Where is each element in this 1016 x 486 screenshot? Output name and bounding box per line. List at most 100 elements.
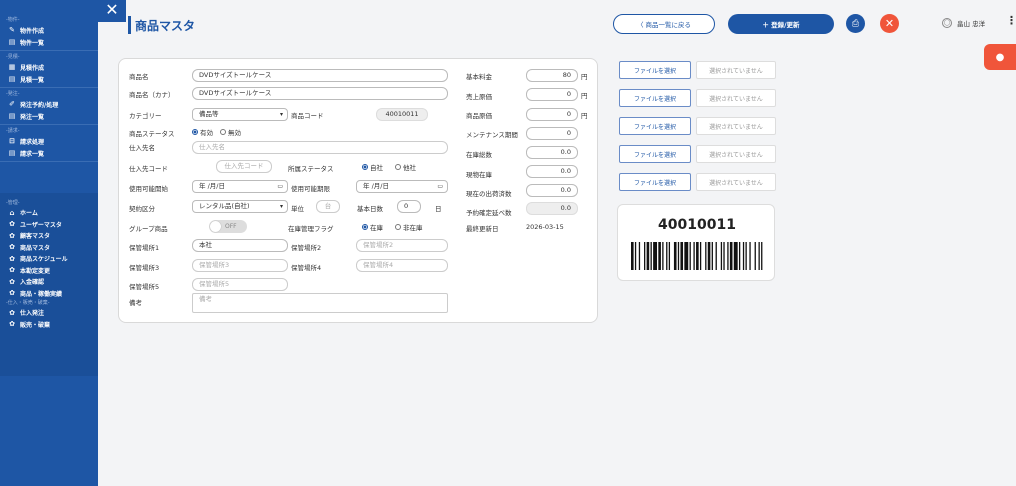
storage1-input[interactable]: 本社 bbox=[192, 239, 288, 252]
storage2-input[interactable]: 保管場所2 bbox=[356, 239, 448, 252]
barcode-bar bbox=[646, 242, 650, 270]
barcode-bar bbox=[666, 242, 668, 270]
barcode-bar bbox=[720, 242, 723, 270]
stock-yes-radio[interactable]: 在庫 bbox=[362, 222, 383, 232]
sidebar-item[interactable]: ✿ 商品マスタ bbox=[0, 242, 98, 254]
product-kana-input[interactable]: DVDサイズトールケース bbox=[192, 87, 448, 100]
stock-no-radio[interactable]: 非在庫 bbox=[395, 222, 423, 232]
status-active-label: 有効 bbox=[200, 129, 213, 137]
choose-file-button[interactable]: ファイルを選択 bbox=[619, 117, 691, 135]
sell-price-input[interactable]: 0 bbox=[526, 88, 578, 101]
owner-other-radio[interactable]: 他社 bbox=[395, 162, 416, 172]
barcode-bar bbox=[680, 242, 684, 270]
sidebar-item-label: 顧客マスタ bbox=[20, 233, 51, 241]
print-button[interactable]: ⎙ bbox=[846, 14, 865, 33]
supplier-input[interactable]: 仕入先名 bbox=[192, 141, 448, 154]
maintenance-label: メンテナンス期間 bbox=[466, 131, 518, 139]
status-inactive-radio[interactable]: 無効 bbox=[220, 127, 241, 137]
sidebar-item[interactable]: ✿ 商品・稼働実績 bbox=[0, 288, 98, 300]
use-start-label: 使用可能開始 bbox=[129, 185, 168, 193]
barcode-bar bbox=[727, 242, 729, 270]
supplier-code-label: 仕入先コード bbox=[129, 165, 168, 173]
sidebar-item[interactable]: ⊟ 請求処理 bbox=[0, 135, 98, 147]
stock-total-input[interactable]: 0.0 bbox=[526, 146, 578, 159]
sidebar-item-label: 商品・稼働実績 bbox=[20, 290, 63, 298]
owner-self-radio[interactable]: 自社 bbox=[362, 162, 383, 172]
sidebar-item[interactable]: ✎ 物件作成 bbox=[0, 24, 98, 36]
storage4-input[interactable]: 保管場所4 bbox=[356, 259, 448, 272]
back-to-list-button[interactable]: 〈 商品一覧に戻る bbox=[613, 14, 715, 34]
sidebar-item[interactable]: ▤ 請求一覧 bbox=[0, 147, 98, 159]
sidebar-section-label: -見積- bbox=[6, 54, 20, 60]
sidebar-item[interactable]: ▦ 見積作成 bbox=[0, 61, 98, 73]
barcode-bar bbox=[653, 242, 658, 270]
choose-file-button[interactable]: ファイルを選択 bbox=[619, 61, 691, 79]
more-vertical-icon[interactable]: ⋮ bbox=[1006, 14, 1016, 27]
side-panel-tab[interactable]: ● bbox=[984, 44, 1016, 70]
sidebar-item[interactable]: ✐ 発注予約/処理 bbox=[0, 98, 98, 110]
category-value: 備品等 bbox=[199, 110, 219, 118]
sidebar-item-label: 物件作成 bbox=[20, 27, 45, 35]
list-icon: ▤ bbox=[8, 149, 16, 157]
product-form-card: 商品名 DVDサイズトールケース 基本料金 80 円 商品名（カナ） DVDサイ… bbox=[118, 58, 598, 323]
cost-input[interactable]: 0 bbox=[526, 108, 578, 121]
notes-textarea[interactable]: 備考 bbox=[192, 293, 448, 313]
barcode-bar bbox=[711, 242, 713, 270]
radio-unchecked-icon bbox=[395, 224, 401, 230]
file-status: 選択されていません bbox=[696, 145, 776, 163]
use-start-date[interactable]: 年 /月/日 ▭ bbox=[192, 180, 288, 193]
save-update-button[interactable]: ＋ 登録/更新 bbox=[728, 14, 834, 34]
sidebar-item[interactable]: ▤ 物件一覧 bbox=[0, 36, 98, 48]
category-select[interactable]: 備品等 ▾ bbox=[192, 108, 288, 121]
use-end-date[interactable]: 年 /月/日 ▭ bbox=[356, 180, 448, 193]
status-active-radio[interactable]: 有効 bbox=[192, 127, 213, 137]
sidebar-item[interactable]: ▤ 見積一覧 bbox=[0, 73, 98, 85]
unit-label: 単位 bbox=[291, 205, 304, 213]
product-name-input[interactable]: DVDサイズトールケース bbox=[192, 69, 448, 82]
updated-value: 2026-03-15 bbox=[526, 223, 564, 231]
user-menu[interactable]: ◯ 畠山 忠洋 bbox=[942, 18, 985, 28]
base-days-input[interactable]: 0 bbox=[397, 200, 421, 213]
sidebar-item[interactable]: ✿ 本勘定変更 bbox=[0, 265, 98, 277]
storage3-input[interactable]: 保管場所3 bbox=[192, 259, 288, 272]
sidebar-item[interactable]: ✿ 顧客マスタ bbox=[0, 230, 98, 242]
unit-input[interactable]: 台 bbox=[316, 200, 340, 213]
sidebar-item[interactable]: ✿ 入金確認 bbox=[0, 276, 98, 288]
gear-icon: ✿ bbox=[9, 266, 15, 275]
maintenance-input[interactable]: 0 bbox=[526, 127, 578, 140]
sidebar-item[interactable]: ✿ ユーザーマスタ bbox=[0, 219, 98, 231]
sidebar-item[interactable]: ⌂ ホーム bbox=[0, 207, 98, 219]
sidebar-item-label: 商品スケジュール bbox=[20, 256, 68, 264]
sidebar-section-label: -物件- bbox=[6, 17, 20, 23]
sidebar-section-label: -発注- bbox=[6, 91, 20, 97]
file-status: 選択されていません bbox=[696, 61, 776, 79]
reserved-input: 0.0 bbox=[526, 202, 578, 215]
sidebar-item[interactable]: ▤ 発注一覧 bbox=[0, 110, 98, 122]
contract-value: レンタル品(自社) bbox=[199, 202, 250, 210]
contract-select[interactable]: レンタル品(自社) ▾ bbox=[192, 200, 288, 213]
sidebar-item[interactable]: ✿ 販売・破棄 bbox=[0, 319, 98, 331]
home-icon: ⌂ bbox=[9, 208, 15, 217]
sidebar-item-label: 見積作成 bbox=[20, 64, 45, 72]
base-fee-input[interactable]: 80 bbox=[526, 69, 578, 82]
sidebar-item[interactable]: ✿ 仕入発注 bbox=[0, 307, 98, 319]
supplier-label: 仕入先名 bbox=[129, 144, 155, 152]
current-stock-input[interactable]: 0.0 bbox=[526, 165, 578, 178]
supplier-code-input[interactable]: 仕入先コード bbox=[216, 160, 272, 173]
group-label: グループ商品 bbox=[129, 225, 168, 233]
barcode-number: 40010011 bbox=[658, 217, 736, 233]
radio-unchecked-icon bbox=[395, 164, 401, 170]
out-count-input[interactable]: 0.0 bbox=[526, 184, 578, 197]
group-toggle[interactable]: OFF bbox=[209, 220, 247, 233]
use-start-value: 年 /月/日 bbox=[199, 182, 225, 190]
close-menu-icon[interactable]: ✕ bbox=[104, 2, 120, 18]
choose-file-button[interactable]: ファイルを選択 bbox=[619, 89, 691, 107]
barcode-card: 40010011 bbox=[617, 204, 775, 281]
barcode-bar bbox=[677, 242, 680, 270]
choose-file-button[interactable]: ファイルを選択 bbox=[619, 173, 691, 191]
barcode-bar bbox=[634, 242, 637, 270]
sidebar-item[interactable]: ✿ 商品スケジュール bbox=[0, 253, 98, 265]
storage5-input[interactable]: 保管場所5 bbox=[192, 278, 288, 291]
cancel-button[interactable]: ✕ bbox=[880, 14, 899, 33]
choose-file-button[interactable]: ファイルを選択 bbox=[619, 145, 691, 163]
